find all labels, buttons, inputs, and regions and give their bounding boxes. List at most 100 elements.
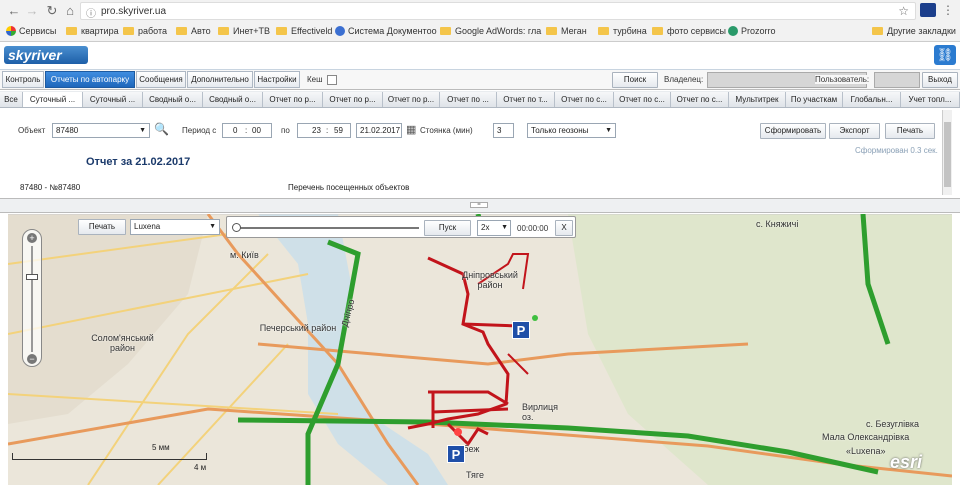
tab-additional[interactable]: Дополнительно [187, 71, 253, 88]
menu-icon[interactable]: ⋮ [942, 3, 954, 17]
report-tab[interactable]: По участкам [786, 92, 843, 107]
apps-icon [6, 26, 16, 36]
bookmark-other[interactable]: Другие закладки [872, 24, 956, 38]
folder-icon [123, 27, 134, 35]
bookmark-item[interactable]: Effectiveld [276, 24, 332, 38]
tab-settings[interactable]: Настройки [254, 71, 300, 88]
bookmark-label: Меган [561, 26, 587, 36]
report-tab[interactable]: Отчет по р... [263, 92, 323, 107]
report-tab[interactable]: Отчет по р... [323, 92, 383, 107]
report-tab[interactable]: Учет топл... [901, 92, 960, 107]
report-tab[interactable]: Мультитрек [729, 92, 786, 107]
panel-splitter[interactable]: = [0, 198, 960, 213]
report-tab[interactable]: Отчет по с... [614, 92, 671, 107]
map-print-button[interactable]: Печать [78, 219, 126, 235]
player-slider-handle[interactable] [232, 223, 241, 232]
geozone-value: Только геозоны [531, 126, 589, 135]
map-label-bezuhlivka: с. Безуглівка [866, 419, 919, 429]
bookmark-item[interactable]: турбина [598, 24, 647, 38]
bookmark-item[interactable]: Инет+ТВ [218, 24, 270, 38]
folder-icon [872, 27, 883, 35]
parking-icon[interactable]: P [512, 321, 530, 339]
tab-fleet-reports[interactable]: Отчеты по автопарку [45, 71, 135, 88]
scroll-thumb[interactable] [944, 122, 951, 187]
back-icon[interactable]: ← [6, 3, 22, 19]
zoom-handle[interactable] [26, 274, 38, 280]
play-button[interactable]: Пуск [424, 220, 471, 236]
link-icon[interactable]: ⛓ [934, 45, 956, 65]
report-tab[interactable]: Отчет по с... [555, 92, 614, 107]
bookmark-item[interactable]: Prozorro [728, 24, 776, 38]
bookmarks-bar: Сервисы квартира работа Авто Инет+ТВ Eff… [0, 21, 960, 41]
bookmark-apps[interactable]: Сервисы [6, 24, 56, 38]
report-tab[interactable]: Отчет по с... [671, 92, 729, 107]
map-toolbar: Печать Luxena ▼ [78, 218, 223, 236]
report-tab[interactable]: Суточный ... [83, 92, 143, 107]
report-tab[interactable]: Отчет по т... [497, 92, 555, 107]
folder-icon [276, 27, 287, 35]
info-icon[interactable]: ⓘ [86, 5, 96, 20]
exit-button[interactable]: Выход [922, 72, 958, 88]
player-track[interactable] [235, 227, 419, 229]
zoom-out-icon[interactable]: − [27, 354, 37, 364]
bookmark-item[interactable]: Система Документоо [335, 24, 437, 38]
top-nav: Контроль Отчеты по автопарку Сообщения Д… [0, 70, 960, 90]
forward-icon[interactable]: → [24, 3, 40, 19]
zoom-slider[interactable]: + − [22, 229, 42, 367]
print-button[interactable]: Печать [885, 123, 935, 139]
object-label: Объект [18, 126, 46, 135]
splitter-grip[interactable]: = [470, 202, 488, 208]
home-icon[interactable]: ⌂ [62, 3, 78, 19]
bookmark-item[interactable]: фото сервисы [652, 24, 726, 38]
reload-icon[interactable]: ↻ [44, 3, 60, 19]
generate-button[interactable]: Сформировать [760, 123, 826, 139]
cache-checkbox[interactable] [327, 75, 337, 85]
report-title: Отчет за 21.02.2017 [86, 156, 191, 168]
period-from-label: Период с [182, 126, 217, 135]
report-tab-active[interactable]: Суточный ... [23, 92, 83, 107]
report-tab[interactable]: Сводный о... [143, 92, 203, 107]
map-label-knyazhychi: с. Княжичі [756, 219, 799, 229]
map-label-dnipro: Дніпровський район [462, 270, 518, 290]
search-button[interactable]: Поиск [612, 72, 658, 88]
report-scrollbar[interactable] [942, 110, 952, 195]
map-object-select[interactable]: Luxena ▼ [130, 219, 220, 235]
browser-chrome: ← → ↻ ⌂ ⓘ pro.skyriver.ua ☆ ⋮ Сервисы кв… [0, 0, 960, 42]
map-label-solomyan: Солом'янський район [91, 333, 154, 353]
parking-icon[interactable]: P [447, 445, 465, 463]
bookmark-label: Effectiveld [291, 26, 333, 36]
bookmark-star-icon[interactable]: ☆ [898, 4, 909, 18]
speed-select[interactable]: 2x ▼ [477, 220, 511, 236]
bookmark-item[interactable]: Google AdWords: гла [440, 24, 541, 38]
from-time-input[interactable]: 0:00 [222, 123, 272, 138]
scale-bottom-label: 4 м [194, 463, 207, 472]
zoom-in-icon[interactable]: + [27, 233, 37, 243]
report-tab[interactable]: Глобальн... [843, 92, 901, 107]
tab-messages[interactable]: Сообщения [136, 71, 186, 88]
report-tab[interactable]: Отчет по ... [440, 92, 497, 107]
user-field[interactable] [874, 72, 920, 88]
export-button[interactable]: Экспорт [829, 123, 880, 139]
search-icon[interactable]: 🔍 [154, 122, 169, 136]
stop-input[interactable]: 3 [493, 123, 514, 138]
report-tab[interactable]: Отчет по р... [383, 92, 440, 107]
to-time-input[interactable]: 23:59 [297, 123, 351, 138]
tab-control[interactable]: Контроль [2, 71, 44, 88]
esri-logo: esri [890, 452, 923, 472]
calendar-icon[interactable]: ▦ [406, 123, 416, 136]
cache-label: Кеш [307, 75, 323, 84]
report-tab[interactable]: Сводный о... [203, 92, 263, 107]
scale-bar [12, 453, 207, 460]
bookmark-item[interactable]: работа [123, 24, 167, 38]
bookmark-item[interactable]: Авто [176, 24, 211, 38]
geozone-select[interactable]: Только геозоны ▼ [527, 123, 616, 138]
report-tab[interactable]: Все [0, 92, 23, 107]
map-object-value: Luxena [134, 222, 161, 231]
bookmark-item[interactable]: Меган [546, 24, 587, 38]
extension-icon[interactable] [920, 3, 936, 17]
bookmark-item[interactable]: квартира [66, 24, 119, 38]
object-select[interactable]: 87480 ▼ [52, 123, 150, 138]
address-bar[interactable]: ⓘ pro.skyriver.ua ☆ [80, 2, 916, 20]
date-input[interactable]: 21.02.2017 [356, 123, 402, 138]
player-close-button[interactable]: X [555, 220, 573, 236]
